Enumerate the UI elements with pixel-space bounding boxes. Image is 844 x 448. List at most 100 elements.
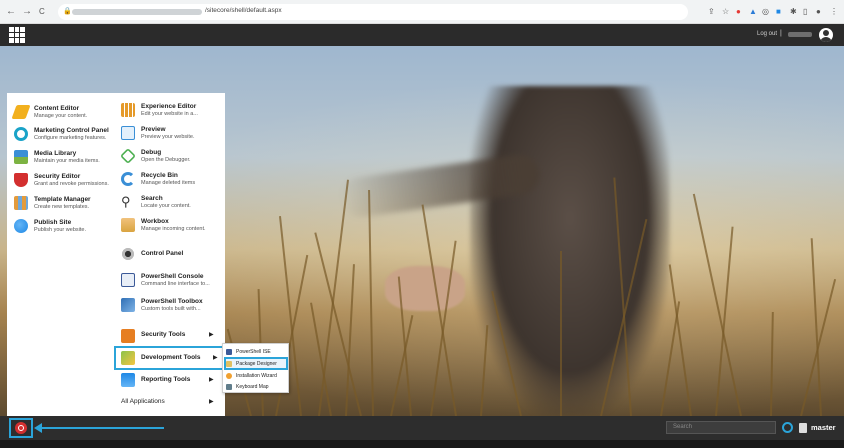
avatar[interactable] (819, 28, 833, 42)
submenu-item-label: Package Designer (236, 360, 277, 367)
menu-item-desc: Manage incoming content. (141, 226, 206, 232)
package-icon (226, 360, 232, 367)
submenu-item-package-designer[interactable]: Package Designer (224, 357, 288, 370)
menu-item-search[interactable]: ⚲ Search Locate your content. (121, 195, 191, 210)
extension-red-icon[interactable]: ● (736, 6, 741, 18)
menu-item-title: Experience Editor (141, 103, 197, 110)
menu-item-title: Template Manager (34, 196, 91, 203)
start-button[interactable] (9, 418, 33, 438)
sitecore-logo-icon (15, 422, 27, 434)
preview-icon (121, 126, 135, 140)
menu-item-title: Reporting Tools (141, 376, 191, 383)
chevron-right-icon: ▶ (209, 332, 214, 338)
powershell-ise-icon (226, 348, 232, 355)
menu-item-title: Security Editor (34, 173, 81, 180)
star-icon[interactable]: ☆ (722, 6, 729, 18)
menu-item-publish-site[interactable]: Publish Site Publish your website. (14, 219, 86, 234)
extension-blue-icon[interactable]: ▲ (749, 6, 757, 18)
development-tools-submenu: PowerShell ISE Package Designer Installa… (222, 343, 289, 393)
submenu-item-keyboard-map[interactable]: Keyboard Map (226, 382, 286, 391)
menu-item-recycle-bin[interactable]: Recycle Bin Manage deleted items (121, 172, 195, 187)
menu-item-debug[interactable]: Debug Open the Debugger. (120, 148, 191, 164)
powershell-toolbox-icon (121, 298, 135, 312)
menu-item-title: Marketing Control Panel (34, 127, 109, 134)
experience-icon (121, 103, 135, 117)
menu-item-title: Security Tools (141, 331, 186, 338)
menu-item-title: Content Editor (34, 105, 80, 112)
menu-item-all-applications[interactable]: All Applications ▶ (121, 398, 217, 406)
back-button[interactable]: ← (6, 5, 16, 19)
menu-item-media-library[interactable]: Media Library Maintain your media items. (14, 150, 100, 165)
menu-item-title: Media Library (34, 150, 77, 157)
menu-item-title: Preview (141, 126, 166, 133)
puzzle-icon[interactable]: ✱ (790, 6, 797, 18)
url-host-redacted (72, 9, 202, 15)
share-icon[interactable]: ⇪ (708, 6, 715, 18)
lock-icon: 🔒 (63, 8, 72, 15)
search-input[interactable]: Search (666, 421, 776, 434)
menu-item-control-panel[interactable]: Control Panel (121, 247, 183, 261)
menu-item-title: Debug (141, 149, 162, 156)
annotation-arrow (34, 423, 164, 433)
menu-item-title: Search (141, 195, 163, 202)
header-separator: | (780, 30, 782, 37)
database-icon (799, 423, 807, 433)
submenu-item-label: Keyboard Map (236, 383, 269, 390)
menu-item-desc: Command line interface to... (141, 281, 210, 287)
grass-strand (560, 251, 562, 416)
sidepanel-icon[interactable]: ▯ (803, 6, 807, 18)
menu-item-desc: Locate your content. (141, 203, 191, 209)
kebab-menu-icon[interactable]: ⋮ (830, 6, 838, 18)
language-globe-icon[interactable] (782, 422, 793, 433)
menu-item-reporting-tools[interactable]: Reporting Tools ▶ (121, 373, 217, 387)
forward-button[interactable]: → (22, 5, 32, 19)
hand-shape (385, 266, 465, 311)
address-bar[interactable]: 🔒 /sitecore/shell/default.aspx (58, 4, 688, 20)
marketing-icon (14, 127, 28, 141)
media-icon (14, 150, 28, 164)
powershell-console-icon (121, 273, 135, 287)
menu-item-desc: Create new templates. (34, 204, 90, 210)
submenu-item-installation-wizard[interactable]: Installation Wizard (226, 371, 286, 380)
menu-item-content-editor[interactable]: Content Editor Manage your content. (11, 105, 87, 120)
reporting-icon (121, 373, 135, 387)
menu-item-marketing-control-panel[interactable]: Marketing Control Panel Configure marketi… (14, 127, 109, 142)
menu-item-title: All Applications (121, 398, 165, 405)
menu-item-powershell-console[interactable]: PowerShell Console Command line interface… (121, 273, 210, 288)
menu-item-title: Control Panel (141, 250, 184, 257)
menu-item-workbox[interactable]: Workbox Manage incoming content. (121, 218, 206, 233)
chevron-right-icon: ▶ (213, 355, 218, 361)
browser-toolbar: ← → C 🔒 /sitecore/shell/default.aspx ⇪ ☆… (0, 0, 844, 24)
sitecore-launchpad-icon[interactable] (9, 27, 25, 43)
menu-item-desc: Open the Debugger. (141, 157, 191, 163)
reload-button[interactable]: C (39, 5, 45, 19)
submenu-item-label: Installation Wizard (236, 372, 277, 379)
database-selector[interactable]: master (811, 423, 836, 432)
menu-item-experience-editor[interactable]: Experience Editor Edit your website in a.… (121, 103, 198, 118)
submenu-item-powershell-ise[interactable]: PowerShell ISE (226, 347, 286, 356)
menu-item-template-manager[interactable]: Template Manager Create new templates. (14, 196, 91, 211)
menu-item-development-tools[interactable]: Development Tools ▶ (114, 346, 224, 370)
bottom-edge (0, 440, 844, 448)
globe-icon (14, 219, 28, 233)
url-path: /sitecore/shell/default.aspx (205, 7, 282, 14)
logout-link[interactable]: Log out (757, 31, 777, 37)
menu-item-security-editor[interactable]: Security Editor Grant and revoke permissi… (14, 173, 109, 188)
menu-item-preview[interactable]: Preview Preview your website. (121, 126, 195, 141)
chevron-right-icon: ▶ (209, 399, 214, 405)
extension-circle-icon[interactable]: ◎ (762, 6, 769, 18)
menu-item-title: Publish Site (34, 219, 72, 226)
menu-item-desc: Edit your website in a... (141, 111, 198, 117)
menu-item-title: Recycle Bin (141, 172, 178, 179)
control-panel-icon (121, 247, 135, 261)
menu-item-desc: Grant and revoke permissions. (34, 181, 109, 187)
chevron-right-icon: ▶ (209, 377, 214, 383)
pencil-icon (11, 105, 31, 119)
workbox-icon (121, 218, 135, 232)
menu-item-security-tools[interactable]: Security Tools ▶ (121, 327, 217, 343)
extension-square-icon[interactable]: ■ (776, 6, 781, 18)
menu-item-desc: Manage deleted items (141, 180, 196, 186)
menu-item-powershell-toolbox[interactable]: PowerShell Toolbox Custom tools built wit… (121, 298, 203, 313)
menu-item-desc: Custom tools built with... (141, 306, 201, 312)
profile-icon[interactable]: ● (816, 6, 821, 18)
